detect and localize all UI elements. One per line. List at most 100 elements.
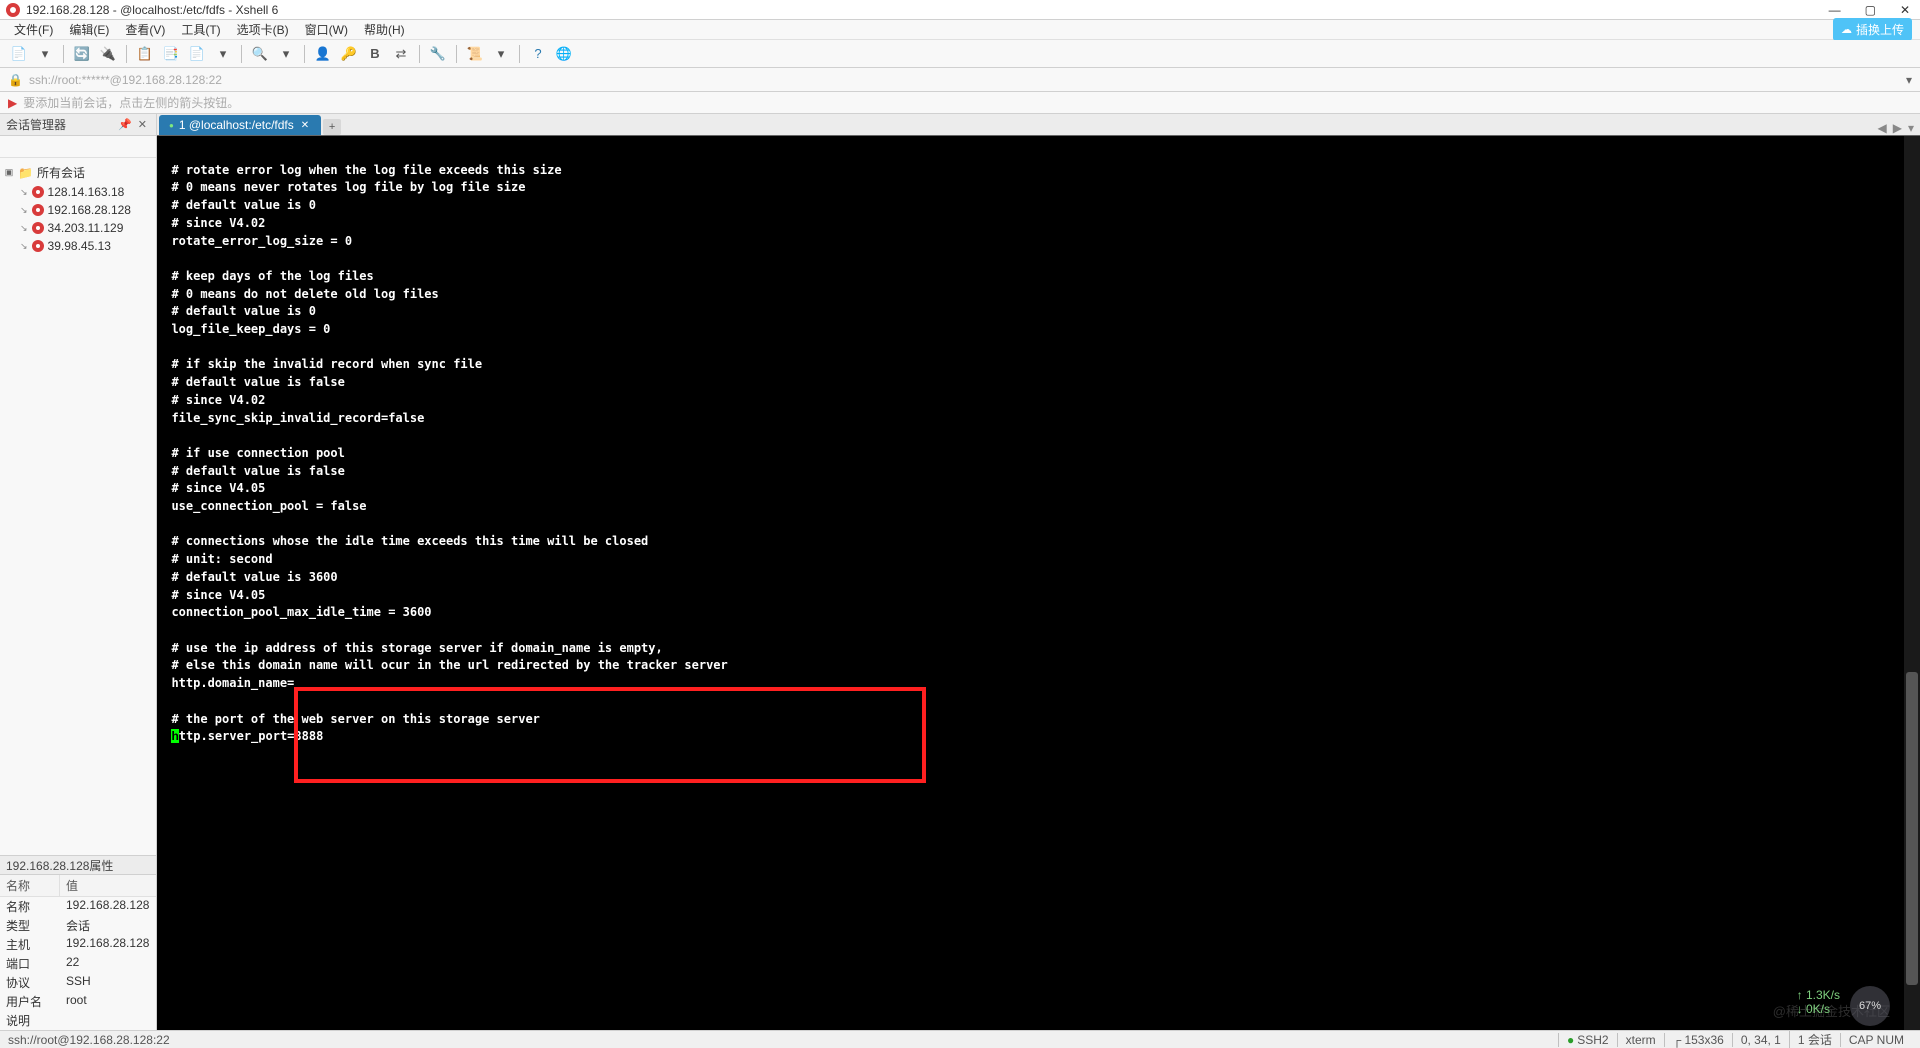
- transfer-button[interactable]: ⇄: [390, 43, 412, 65]
- window-title: 192.168.28.128 - @localhost:/etc/fdfs - …: [26, 3, 1825, 17]
- prop-value: root: [60, 992, 93, 1011]
- tab-list-icon[interactable]: ▾: [1906, 121, 1916, 135]
- content-area: ● 1 @localhost:/etc/fdfs ✕ + ◀ ▶ ▾ # rot…: [157, 114, 1920, 1030]
- connected-icon: ●: [1567, 1033, 1574, 1047]
- menu-window[interactable]: 窗口(W): [299, 19, 354, 40]
- status-address: ssh://root@192.168.28.128:22: [8, 1033, 1558, 1047]
- upload-button[interactable]: ☁ 插换上传: [1833, 18, 1912, 41]
- tree-root-label: 所有会话: [37, 164, 85, 181]
- statusbar: ssh://root@192.168.28.128:22 ●SSH2 xterm…: [0, 1030, 1920, 1048]
- session-label: 192.168.28.128: [48, 203, 131, 217]
- menu-tools[interactable]: 工具(T): [175, 19, 226, 40]
- menu-help[interactable]: 帮助(H): [358, 19, 411, 40]
- tab-close-icon[interactable]: ✕: [299, 120, 311, 131]
- hint-text: 要添加当前会话，点击左侧的箭头按钮。: [23, 94, 239, 111]
- terminal-scrollbar[interactable]: [1904, 136, 1920, 1030]
- collapse-icon[interactable]: ▣: [4, 167, 14, 178]
- lock-icon: 🔒: [8, 73, 23, 87]
- new-session-button[interactable]: 📄: [8, 43, 30, 65]
- separator: [63, 45, 64, 63]
- user-button[interactable]: 👤: [312, 43, 334, 65]
- panel-title: 会话管理器: [6, 116, 115, 133]
- sidebar: 会话管理器 📌 ✕ 🔍 ▣ 📁 所有会话 ↘ 128.14.163.18 ↘ 1…: [0, 114, 157, 1030]
- separator: [419, 45, 420, 63]
- maximize-button[interactable]: ▢: [1861, 3, 1880, 17]
- window-controls: — ▢ ✕: [1825, 3, 1914, 17]
- script-button[interactable]: 📜: [464, 43, 486, 65]
- titlebar: 192.168.28.128 - @localhost:/etc/fdfs - …: [0, 0, 1920, 20]
- prop-name: 名称: [0, 897, 60, 916]
- col-name-header: 名称: [0, 875, 60, 896]
- new-tab-button[interactable]: +: [323, 119, 341, 135]
- main-area: 会话管理器 📌 ✕ 🔍 ▣ 📁 所有会话 ↘ 128.14.163.18 ↘ 1…: [0, 114, 1920, 1030]
- search-button[interactable]: 🔍: [249, 43, 271, 65]
- reconnect-button[interactable]: 🔄: [71, 43, 93, 65]
- app-icon: [6, 3, 20, 17]
- dropdown-icon[interactable]: ▾: [34, 43, 56, 65]
- separator: [126, 45, 127, 63]
- copy-button[interactable]: 📑: [160, 43, 182, 65]
- session-search: 🔍: [0, 136, 156, 158]
- status-caps: CAP NUM: [1840, 1033, 1912, 1047]
- tab-next-icon[interactable]: ▶: [1891, 121, 1904, 135]
- scrollbar-thumb[interactable]: [1906, 672, 1918, 985]
- globe-button[interactable]: 🌐: [553, 43, 575, 65]
- link-icon: ↘: [20, 241, 28, 252]
- prop-value: 192.168.28.128: [60, 897, 155, 916]
- session-item[interactable]: ↘ 39.98.45.13: [0, 237, 156, 255]
- upload-label: 插换上传: [1856, 21, 1904, 38]
- separator: [519, 45, 520, 63]
- session-item[interactable]: ↘ 192.168.28.128: [0, 201, 156, 219]
- tabbar: ● 1 @localhost:/etc/fdfs ✕ + ◀ ▶ ▾: [157, 114, 1920, 136]
- address-text[interactable]: ssh://root:******@192.168.28.128:22: [29, 73, 222, 87]
- address-dropdown[interactable]: ▾: [1906, 73, 1912, 87]
- search-input[interactable]: [4, 138, 167, 156]
- tools-button[interactable]: 🔧: [427, 43, 449, 65]
- dropdown-icon[interactable]: ▾: [275, 43, 297, 65]
- tab-status-icon: ●: [169, 121, 174, 130]
- font-button[interactable]: B: [364, 43, 386, 65]
- prop-name: 用户名: [0, 992, 60, 1011]
- menu-edit[interactable]: 编辑(E): [63, 19, 115, 40]
- property-row: 协议SSH: [0, 973, 156, 992]
- menu-tabs[interactable]: 选项卡(B): [231, 19, 295, 40]
- terminal[interactable]: # rotate error log when the log file exc…: [157, 136, 1920, 1030]
- menu-view[interactable]: 查看(V): [119, 19, 171, 40]
- host-icon: [32, 222, 44, 234]
- tab-label: 1 @localhost:/etc/fdfs: [179, 118, 294, 132]
- separator: [241, 45, 242, 63]
- dropdown-icon[interactable]: ▾: [490, 43, 512, 65]
- separator: [456, 45, 457, 63]
- property-row: 主机192.168.28.128: [0, 935, 156, 954]
- minimize-button[interactable]: —: [1825, 3, 1845, 17]
- panel-close-icon[interactable]: ✕: [135, 118, 150, 131]
- property-row: 类型会话: [0, 916, 156, 935]
- help-button[interactable]: ?: [527, 43, 549, 65]
- paste-button[interactable]: 📄: [186, 43, 208, 65]
- menu-file[interactable]: 文件(F): [8, 19, 59, 40]
- properties-table: 名称 值 名称192.168.28.128类型会话主机192.168.28.12…: [0, 875, 156, 1030]
- keys-button[interactable]: 🔑: [338, 43, 360, 65]
- session-tree: ▣ 📁 所有会话 ↘ 128.14.163.18 ↘ 192.168.28.12…: [0, 158, 156, 855]
- prop-name: 说明: [0, 1011, 60, 1030]
- tab-session-1[interactable]: ● 1 @localhost:/etc/fdfs ✕: [159, 115, 321, 135]
- host-icon: [32, 204, 44, 216]
- disconnect-button[interactable]: 🔌: [97, 43, 119, 65]
- property-row: 端口22: [0, 954, 156, 973]
- prop-name: 类型: [0, 916, 60, 935]
- tab-prev-icon[interactable]: ◀: [1876, 121, 1889, 135]
- pin-icon[interactable]: 📌: [115, 118, 135, 131]
- properties-button[interactable]: 📋: [134, 43, 156, 65]
- dropdown-icon[interactable]: ▾: [212, 43, 234, 65]
- property-row: 名称192.168.28.128: [0, 897, 156, 916]
- status-size: ┌ 153x36: [1664, 1033, 1732, 1047]
- tree-root[interactable]: ▣ 📁 所有会话: [0, 162, 156, 183]
- prop-name: 端口: [0, 954, 60, 973]
- prop-value: SSH: [60, 973, 97, 992]
- session-item[interactable]: ↘ 128.14.163.18: [0, 183, 156, 201]
- close-button[interactable]: ✕: [1896, 3, 1914, 17]
- prop-name: 协议: [0, 973, 60, 992]
- link-icon: ↘: [20, 187, 28, 198]
- session-item[interactable]: ↘ 34.203.11.129: [0, 219, 156, 237]
- status-ssh: ●SSH2: [1558, 1033, 1617, 1047]
